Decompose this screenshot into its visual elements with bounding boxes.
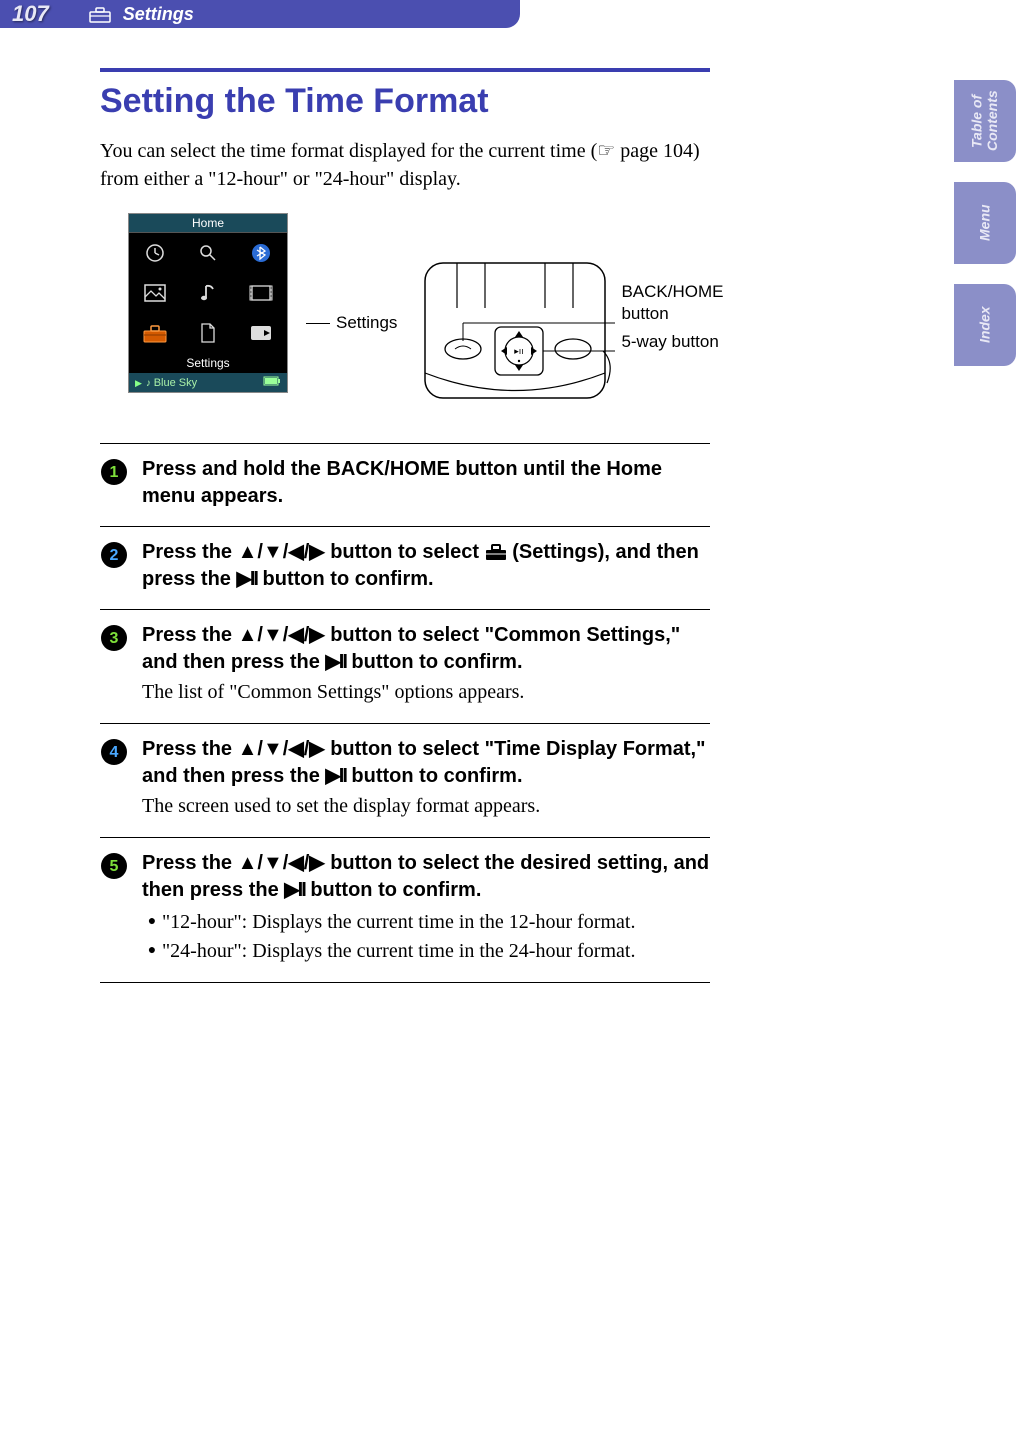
- svg-text:5: 5: [110, 858, 119, 875]
- side-nav: Table of Contents Menu Index: [954, 80, 1016, 366]
- s2-a: Press the: [142, 541, 238, 563]
- step-1: 1 Press and hold the BACK/HOME button un…: [100, 456, 710, 510]
- intro-paragraph: You can select the time format displayed…: [100, 137, 710, 193]
- step-divider: [100, 837, 710, 838]
- svg-text:4: 4: [110, 744, 119, 761]
- step-3-detail: The list of "Common Settings" options ap…: [142, 678, 710, 707]
- svg-text:3: 3: [110, 630, 119, 647]
- steps: 1 Press and hold the BACK/HOME button un…: [100, 443, 710, 983]
- main-content: Setting the Time Format You can select t…: [0, 28, 810, 983]
- arrow-buttons-icon: ▲/▼/◀/▶: [238, 738, 325, 760]
- header-left: 107 Settings: [0, 0, 520, 28]
- device-outline: ▸ıı: [415, 253, 615, 413]
- callout-leader-line: [306, 323, 330, 324]
- tab-menu[interactable]: Menu: [954, 182, 1016, 264]
- step-badge-2: 2: [100, 541, 128, 569]
- bullet-24h: "24-hour": Displays the current time in …: [162, 937, 635, 966]
- play-pause-icon: ▶II: [284, 879, 305, 901]
- s3-a: Press the: [142, 624, 238, 646]
- step-4-detail: The screen used to set the display forma…: [142, 792, 710, 821]
- arrow-buttons-icon: ▲/▼/◀/▶: [238, 852, 325, 874]
- figure-row: Home: [128, 213, 710, 413]
- svg-text:▸ıı: ▸ıı: [515, 346, 525, 356]
- s2-d: button to confirm.: [257, 568, 434, 590]
- music-icon: [182, 273, 235, 313]
- screen-header: Home: [129, 214, 287, 233]
- intro-ref: page 104: [615, 140, 693, 162]
- svg-text:2: 2: [110, 547, 119, 564]
- battery-icon: [263, 376, 281, 389]
- bluetooth-icon: [234, 233, 287, 273]
- settings-callout: Settings: [306, 313, 397, 333]
- page-title: Setting the Time Format: [100, 82, 710, 121]
- now-playing-track: Blue Sky: [154, 377, 197, 389]
- device-labels: BACK/HOME button 5-way button: [621, 281, 723, 353]
- title-rule: [100, 68, 710, 72]
- s5-a: Press the: [142, 852, 238, 874]
- search-icon: [182, 233, 235, 273]
- screen-selection-label: Settings: [129, 353, 287, 373]
- step-badge-5: 5: [100, 852, 128, 880]
- step-4: 4 Press the ▲/▼/◀/▶ button to select "Ti…: [100, 736, 710, 821]
- svg-text:1: 1: [110, 464, 119, 481]
- toolbox-icon: [485, 541, 507, 563]
- home-grid: [129, 233, 287, 353]
- s2-b: button to select: [325, 541, 485, 563]
- play-pause-icon: ▶II: [236, 568, 257, 590]
- s5-c: button to confirm.: [305, 879, 482, 901]
- bullet-icon: ●: [142, 937, 162, 966]
- home-menu-screenshot: Home: [128, 213, 288, 393]
- arrow-buttons-icon: ▲/▼/◀/▶: [238, 624, 325, 646]
- step-divider: [100, 982, 710, 983]
- step-divider: [100, 609, 710, 610]
- bullet-icon: ●: [142, 908, 162, 937]
- step-2-text: Press the ▲/▼/◀/▶ button to select (Sett…: [142, 539, 710, 593]
- step-divider: [100, 526, 710, 527]
- step-4-text: Press the ▲/▼/◀/▶ button to select "Time…: [142, 736, 710, 790]
- step-divider: [100, 723, 710, 724]
- page-header: 107 Settings: [0, 0, 1016, 28]
- s4-c: button to confirm.: [346, 765, 523, 787]
- document-icon: [182, 313, 235, 353]
- step-5-bullets: ●"12-hour": Displays the current time in…: [142, 908, 710, 966]
- bullet-12h: "12-hour": Displays the current time in …: [162, 908, 635, 937]
- photo-icon: [129, 273, 182, 313]
- play-pause-icon: ▶II: [325, 651, 346, 673]
- arrow-buttons-icon: ▲/▼/◀/▶: [238, 541, 325, 563]
- button-label: button: [621, 303, 723, 325]
- s3-c: button to confirm.: [346, 651, 523, 673]
- header-section-title: Settings: [123, 4, 194, 25]
- step-badge-3: 3: [100, 624, 128, 652]
- settings-toolbox-icon: [129, 313, 182, 353]
- five-way-label: 5-way button: [621, 331, 723, 353]
- step-3-text: Press the ▲/▼/◀/▶ button to select "Comm…: [142, 622, 710, 676]
- callout-settings-label: Settings: [336, 313, 397, 333]
- back-home-label: BACK/HOME: [621, 281, 723, 303]
- pointer-icon: ☞: [597, 140, 615, 162]
- step-divider: [100, 443, 710, 444]
- step-1-text: Press and hold the BACK/HOME button unti…: [142, 456, 710, 510]
- clock-icon: [129, 233, 182, 273]
- tab-index[interactable]: Index: [954, 284, 1016, 366]
- screen-now-playing-bar: ▶♪ Blue Sky: [129, 373, 287, 392]
- page-number: 107: [12, 1, 49, 27]
- play-pause-icon: ▶II: [325, 765, 346, 787]
- step-badge-4: 4: [100, 738, 128, 766]
- now-playing-icon: [234, 313, 287, 353]
- step-3: 3 Press the ▲/▼/◀/▶ button to select "Co…: [100, 622, 710, 707]
- step-5: 5 Press the ▲/▼/◀/▶ button to select the…: [100, 850, 710, 966]
- device-figure: ▸ıı BACK/HOME button 5-way button: [415, 253, 723, 413]
- video-icon: [234, 273, 287, 313]
- step-5-text: Press the ▲/▼/◀/▶ button to select the d…: [142, 850, 710, 904]
- step-badge-1: 1: [100, 458, 128, 486]
- step-2: 2 Press the ▲/▼/◀/▶ button to select (Se…: [100, 539, 710, 593]
- s4-a: Press the: [142, 738, 238, 760]
- intro-text-a: You can select the time format displayed…: [100, 140, 597, 162]
- tab-table-of-contents[interactable]: Table of Contents: [954, 80, 1016, 162]
- toolbox-icon: [89, 5, 111, 23]
- play-indicator-icon: ▶: [135, 378, 142, 388]
